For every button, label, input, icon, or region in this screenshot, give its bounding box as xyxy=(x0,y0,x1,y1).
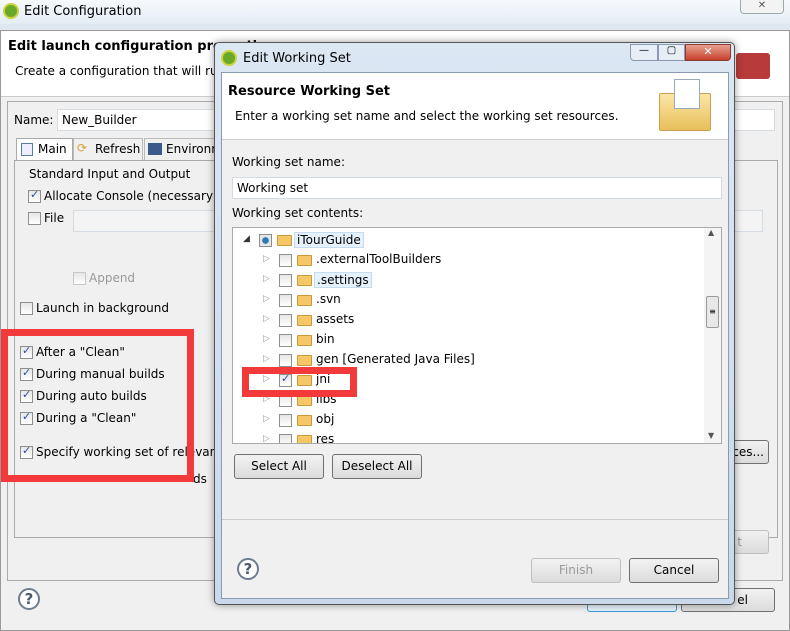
tree-item-label: .svn xyxy=(316,292,341,306)
tree-item[interactable]: ◢ iTourGuide xyxy=(233,230,703,250)
note-fragment: ds xyxy=(193,472,207,486)
working-set-name-input[interactable]: Working set xyxy=(232,177,722,199)
append-checkbox[interactable] xyxy=(73,272,86,285)
folder-icon xyxy=(297,255,312,266)
minimize-button[interactable]: — xyxy=(630,44,658,61)
launch-background-label: Launch in background xyxy=(36,301,169,315)
collapse-arrow-icon[interactable]: ◢ xyxy=(243,234,250,244)
expand-arrow-icon[interactable]: ▷ xyxy=(263,334,270,344)
maximize-button[interactable]: ▢ xyxy=(658,44,685,61)
select-all-button[interactable]: Select All xyxy=(234,454,324,479)
expand-arrow-icon[interactable]: ▷ xyxy=(263,354,270,364)
main-tab-icon xyxy=(21,143,33,156)
cancel-button[interactable]: Cancel xyxy=(629,558,719,583)
header-desc: Create a configuration that will run xyxy=(15,64,226,78)
tree-item-label: .externalToolBuilders xyxy=(316,252,442,266)
resource-tree[interactable]: ◢ iTourGuide ▷ .externalToolBuilders ▷ .setti… xyxy=(232,227,722,444)
expand-arrow-icon[interactable]: ▷ xyxy=(263,274,270,284)
redbox-jni xyxy=(242,367,357,397)
eclipse-icon xyxy=(3,3,19,19)
tree-item-label: bin xyxy=(316,332,335,346)
tree-item-checkbox[interactable] xyxy=(259,234,272,247)
dialog-inner: Resource Working Set Enter a working set… xyxy=(221,72,729,599)
tree-item-label: gen [Generated Java Files] xyxy=(316,352,475,366)
file-label: File xyxy=(44,211,65,225)
tree-item-label: .settings xyxy=(314,272,372,288)
expand-arrow-icon[interactable]: ▷ xyxy=(263,414,270,424)
launch-background-checkbox[interactable] xyxy=(20,302,33,315)
expand-arrow-icon[interactable]: ▷ xyxy=(263,314,270,324)
contents-label: Working set contents: xyxy=(232,206,364,220)
edit-working-set-dialog: Edit Working Set — ▢ ✕ Resource Working … xyxy=(214,42,735,605)
tab-label: Refresh xyxy=(95,142,141,156)
tab-label: Environm xyxy=(166,142,219,156)
tab-label: Main xyxy=(38,142,67,156)
deselect-all-button[interactable]: Deselect All xyxy=(332,454,422,479)
folder-icon xyxy=(297,275,312,286)
scroll-thumb[interactable]: ≡ xyxy=(706,296,719,328)
tree-item-checkbox[interactable] xyxy=(279,274,292,287)
scroll-down-icon[interactable]: ▼ xyxy=(708,431,714,440)
tree-item-checkbox[interactable] xyxy=(279,314,292,327)
allocate-console-checkbox[interactable] xyxy=(28,188,41,203)
expand-arrow-icon[interactable]: ▷ xyxy=(263,254,270,264)
tree-item-checkbox[interactable] xyxy=(279,254,292,267)
tree-item-label: iTourGuide xyxy=(294,232,364,248)
expand-arrow-icon[interactable]: ▷ xyxy=(263,434,270,443)
window-title: Edit Configuration xyxy=(24,4,142,19)
tree-item[interactable]: ▷ obj xyxy=(233,410,703,430)
tree-item-checkbox[interactable] xyxy=(279,414,292,427)
toolbox-icon xyxy=(736,53,770,79)
tree-item-checkbox[interactable] xyxy=(279,334,292,347)
project-folder-icon xyxy=(277,235,292,246)
help-icon[interactable]: ? xyxy=(18,588,40,610)
close-button[interactable]: ✕ xyxy=(685,44,731,61)
tree-item[interactable]: ▷ assets xyxy=(233,310,703,330)
tree-item[interactable]: ▷ .externalToolBuilders xyxy=(233,250,703,270)
tree-item[interactable]: ▷ .svn xyxy=(233,290,703,310)
name-label: Name: xyxy=(14,113,54,127)
tree-item-label: obj xyxy=(316,412,335,426)
tree-item-label: res xyxy=(316,432,335,444)
header-desc: Enter a working set name and select the … xyxy=(235,109,619,123)
allocate-console-label: Allocate Console (necessary f xyxy=(44,189,222,203)
main-titlebar: Edit Configuration ✕ xyxy=(0,0,790,24)
source-folder-icon xyxy=(297,315,312,326)
dialog-title: Edit Working Set xyxy=(243,51,351,66)
vertical-scrollbar[interactable]: ▲ ≡ ▼ xyxy=(704,228,721,443)
header-title: Resource Working Set xyxy=(228,84,391,99)
tree-item[interactable]: ▷ bin xyxy=(233,330,703,350)
source-folder-icon xyxy=(297,435,312,443)
tab-environment[interactable]: Environm xyxy=(144,138,219,160)
environment-icon xyxy=(148,143,162,155)
folder-icon xyxy=(297,415,312,426)
tree-item-checkbox[interactable] xyxy=(279,354,292,367)
document-icon xyxy=(674,79,700,109)
tree-item[interactable]: ▷ res xyxy=(233,430,703,444)
scroll-up-icon[interactable]: ▲ xyxy=(708,228,714,237)
dialog-header: Resource Working Set Enter a working set… xyxy=(222,73,728,140)
tree-item-label: assets xyxy=(316,312,355,326)
folder-icon xyxy=(297,295,312,306)
source-folder-icon xyxy=(297,355,312,366)
source-folder-icon xyxy=(297,335,312,346)
name-label: Working set name: xyxy=(232,155,345,169)
tree-item-checkbox[interactable] xyxy=(279,294,292,307)
expand-arrow-icon[interactable]: ▷ xyxy=(263,294,270,304)
std-io-label: Standard Input and Output xyxy=(29,167,191,181)
finish-button[interactable]: Finish xyxy=(531,558,621,583)
tree-item-checkbox[interactable] xyxy=(279,434,292,443)
dialog-footer-divider xyxy=(222,519,728,520)
append-label: Append xyxy=(89,271,136,285)
tree-item[interactable]: ▷ .settings xyxy=(233,270,703,290)
close-button[interactable]: ✕ xyxy=(740,0,784,14)
file-checkbox[interactable] xyxy=(28,212,41,225)
redbox-build-options xyxy=(1,329,194,482)
eclipse-icon xyxy=(221,50,237,66)
tab-main[interactable]: Main xyxy=(16,138,73,160)
refresh-icon: ⟳ xyxy=(77,141,88,155)
tab-refresh[interactable]: ⟳ Refresh xyxy=(73,138,143,160)
help-icon[interactable]: ? xyxy=(237,558,259,580)
